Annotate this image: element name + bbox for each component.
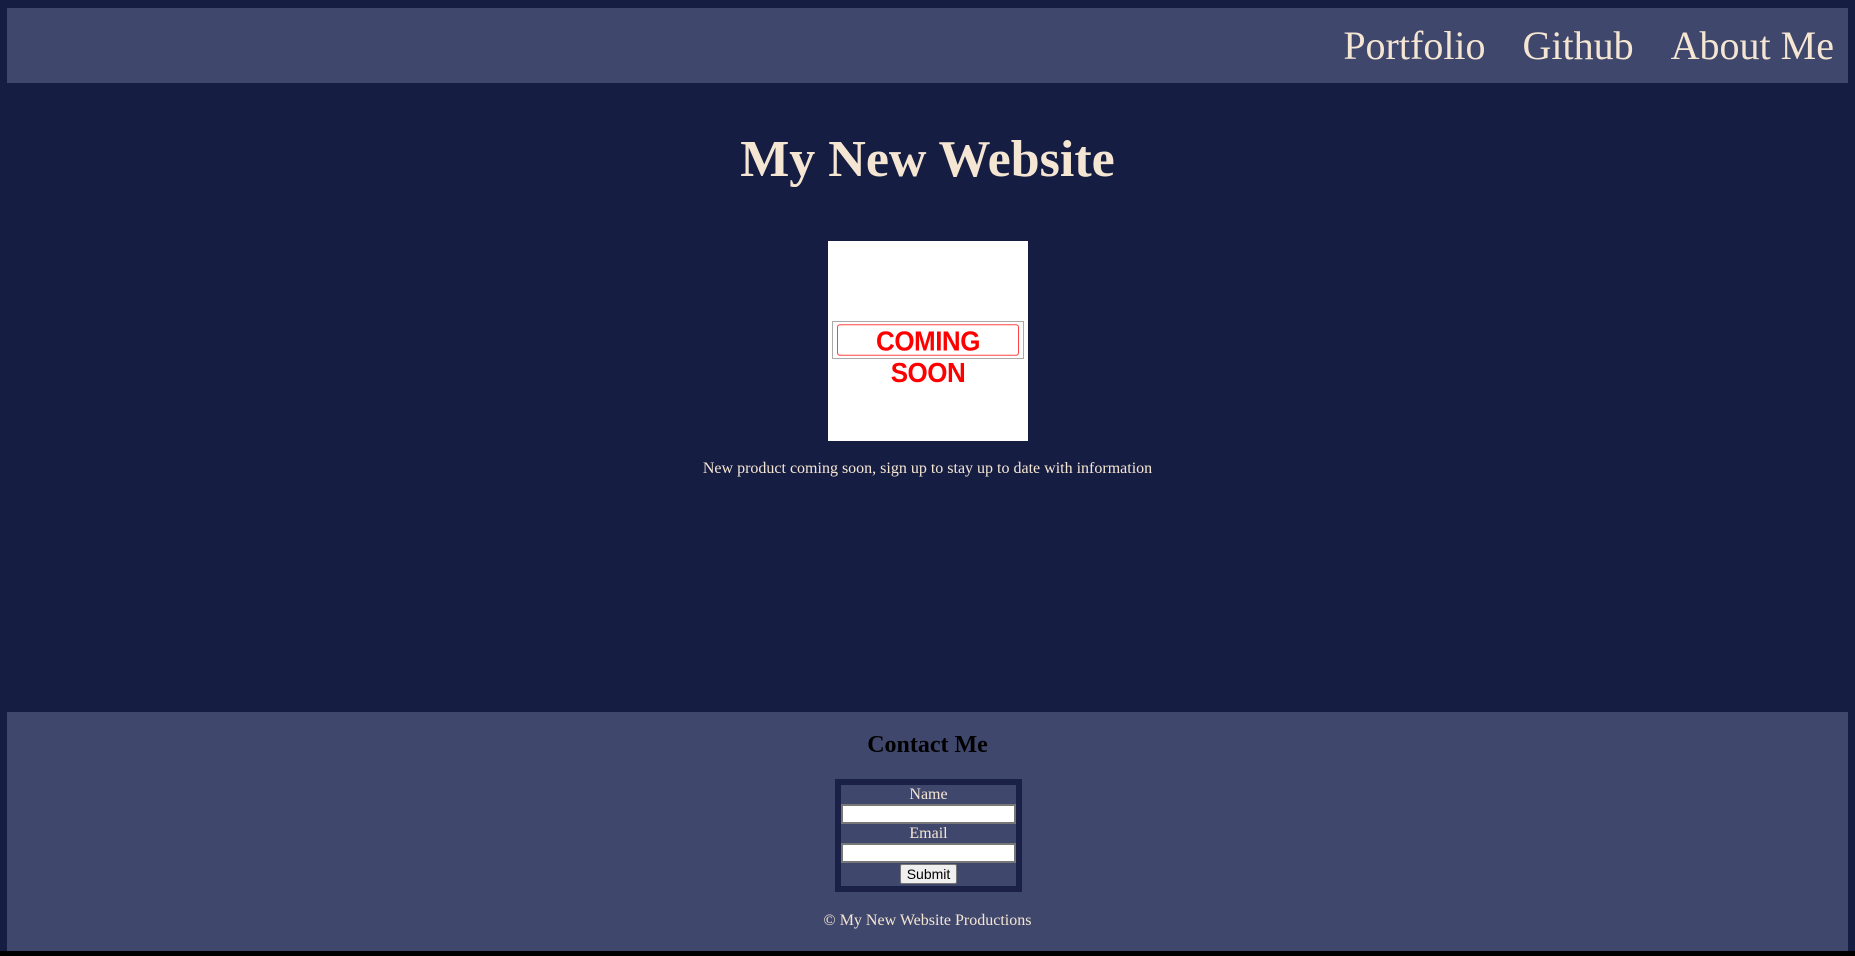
description: New product coming soon, sign up to stay…	[702, 460, 1153, 477]
name-label: Name	[909, 786, 948, 803]
coming-soon-image: COMING SOON	[828, 241, 1028, 441]
copyright: © My New Website Productions	[823, 912, 1032, 929]
nav-portfolio[interactable]: Portfolio	[1343, 23, 1485, 68]
nav-github[interactable]: Github	[1523, 23, 1634, 68]
header: Portfolio Github About Me	[7, 8, 1848, 83]
name-input[interactable]	[841, 804, 1016, 824]
footer: Contact Me Name Email Submit © My New We…	[7, 712, 1848, 951]
coming-soon-sign: COMING SOON	[832, 321, 1024, 388]
email-label: Email	[909, 825, 948, 842]
bottom-border	[0, 951, 1855, 956]
nav: Portfolio Github About Me	[1324, 22, 1848, 69]
nav-about-me[interactable]: About Me	[1671, 23, 1834, 68]
coming-soon-text: COMING SOON	[837, 324, 1019, 388]
email-input[interactable]	[841, 843, 1016, 863]
page-title: My New Website	[740, 131, 1115, 188]
contact-form: Name Email Submit	[835, 779, 1022, 892]
submit-button[interactable]: Submit	[899, 864, 958, 884]
contact-heading: Contact Me	[867, 732, 988, 758]
